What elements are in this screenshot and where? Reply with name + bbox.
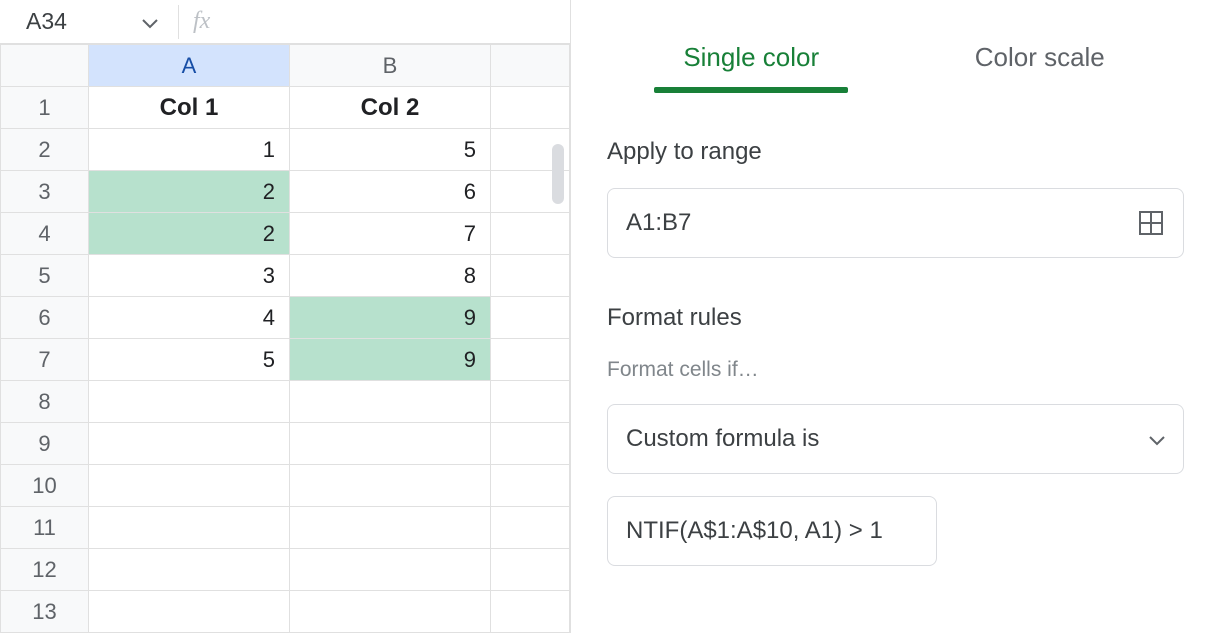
table-row: 2 1 5 (1, 129, 570, 171)
formula-input[interactable] (210, 9, 558, 35)
format-rules-label: Format rules (607, 304, 1184, 332)
cell[interactable] (491, 87, 570, 129)
conditional-format-panel: Single color Color scale Apply to range … (571, 0, 1220, 633)
table-row: 9 (1, 423, 570, 465)
table-row: 10 (1, 465, 570, 507)
table-row: 12 (1, 549, 570, 591)
chevron-down-icon (1149, 425, 1165, 453)
table-row: 6 4 9 (1, 297, 570, 339)
row-header[interactable]: 12 (1, 549, 89, 591)
cell[interactable] (290, 381, 491, 423)
table-row: 13 (1, 591, 570, 633)
cell[interactable] (491, 465, 570, 507)
column-header-blank[interactable] (491, 45, 570, 87)
cell[interactable]: 5 (290, 129, 491, 171)
cell[interactable]: 4 (89, 297, 290, 339)
formula-field[interactable] (607, 496, 937, 566)
cell[interactable] (491, 549, 570, 591)
tab-color-scale[interactable]: Color scale (896, 42, 1185, 91)
spreadsheet-panel: A34 fx A B 1 (0, 0, 571, 633)
row-header[interactable]: 2 (1, 129, 89, 171)
format-cells-if-label: Format cells if… (607, 358, 1184, 382)
cell[interactable] (491, 381, 570, 423)
cell[interactable]: 1 (89, 129, 290, 171)
grid-wrap: A B 1 Col 1 Col 2 2 1 5 (0, 44, 570, 633)
cell[interactable] (491, 297, 570, 339)
cell[interactable] (491, 255, 570, 297)
cell[interactable]: 2 (89, 213, 290, 255)
tab-single-color[interactable]: Single color (607, 42, 896, 91)
row-header[interactable]: 8 (1, 381, 89, 423)
grid-select-icon[interactable] (1137, 209, 1165, 237)
range-input[interactable] (626, 209, 1137, 237)
row-header[interactable]: 9 (1, 423, 89, 465)
select-all-corner[interactable] (1, 45, 89, 87)
cell[interactable] (290, 549, 491, 591)
row-header[interactable]: 3 (1, 171, 89, 213)
name-box-ref: A34 (26, 8, 67, 35)
column-header-a[interactable]: A (89, 45, 290, 87)
condition-select-value: Custom formula is (626, 425, 819, 453)
cell[interactable] (491, 213, 570, 255)
formula-value-input[interactable] (626, 517, 918, 545)
tabs: Single color Color scale (607, 0, 1184, 92)
fx-icon: fx (193, 8, 210, 35)
cell[interactable] (491, 507, 570, 549)
cell[interactable] (491, 591, 570, 633)
cell[interactable] (89, 507, 290, 549)
cell[interactable]: 8 (290, 255, 491, 297)
cell[interactable] (89, 591, 290, 633)
scrollbar-thumb[interactable] (552, 144, 564, 204)
row-header[interactable]: 11 (1, 507, 89, 549)
name-formula-bar: A34 fx (0, 0, 570, 44)
row-header[interactable]: 13 (1, 591, 89, 633)
cell[interactable]: 3 (89, 255, 290, 297)
spreadsheet-grid[interactable]: A B 1 Col 1 Col 2 2 1 5 (0, 44, 570, 633)
cell[interactable]: 9 (290, 297, 491, 339)
cell[interactable] (89, 549, 290, 591)
cell[interactable]: 5 (89, 339, 290, 381)
cell[interactable] (89, 381, 290, 423)
condition-select[interactable]: Custom formula is (607, 404, 1184, 474)
cell[interactable] (89, 423, 290, 465)
cell[interactable]: 6 (290, 171, 491, 213)
row-header[interactable]: 4 (1, 213, 89, 255)
row-header[interactable]: 7 (1, 339, 89, 381)
range-field[interactable] (607, 188, 1184, 258)
cell[interactable]: 9 (290, 339, 491, 381)
table-row: 1 Col 1 Col 2 (1, 87, 570, 129)
cell[interactable]: Col 1 (89, 87, 290, 129)
name-box[interactable]: A34 (12, 2, 164, 42)
divider (178, 5, 179, 39)
cell[interactable] (491, 423, 570, 465)
cell[interactable]: 2 (89, 171, 290, 213)
table-row: 7 5 9 (1, 339, 570, 381)
cell[interactable] (491, 339, 570, 381)
cell[interactable]: Col 2 (290, 87, 491, 129)
table-row: 8 (1, 381, 570, 423)
cell[interactable] (89, 465, 290, 507)
table-row: 3 2 6 (1, 171, 570, 213)
table-row: 5 3 8 (1, 255, 570, 297)
cell[interactable] (290, 423, 491, 465)
chevron-down-icon (142, 8, 158, 35)
column-header-b[interactable]: B (290, 45, 491, 87)
row-header[interactable]: 5 (1, 255, 89, 297)
cell[interactable] (290, 591, 491, 633)
apply-to-range-label: Apply to range (607, 138, 1184, 166)
cell[interactable] (290, 507, 491, 549)
table-row: 11 (1, 507, 570, 549)
row-header[interactable]: 6 (1, 297, 89, 339)
row-header[interactable]: 10 (1, 465, 89, 507)
table-row: 4 2 7 (1, 213, 570, 255)
cell[interactable] (290, 465, 491, 507)
cell[interactable]: 7 (290, 213, 491, 255)
row-header[interactable]: 1 (1, 87, 89, 129)
